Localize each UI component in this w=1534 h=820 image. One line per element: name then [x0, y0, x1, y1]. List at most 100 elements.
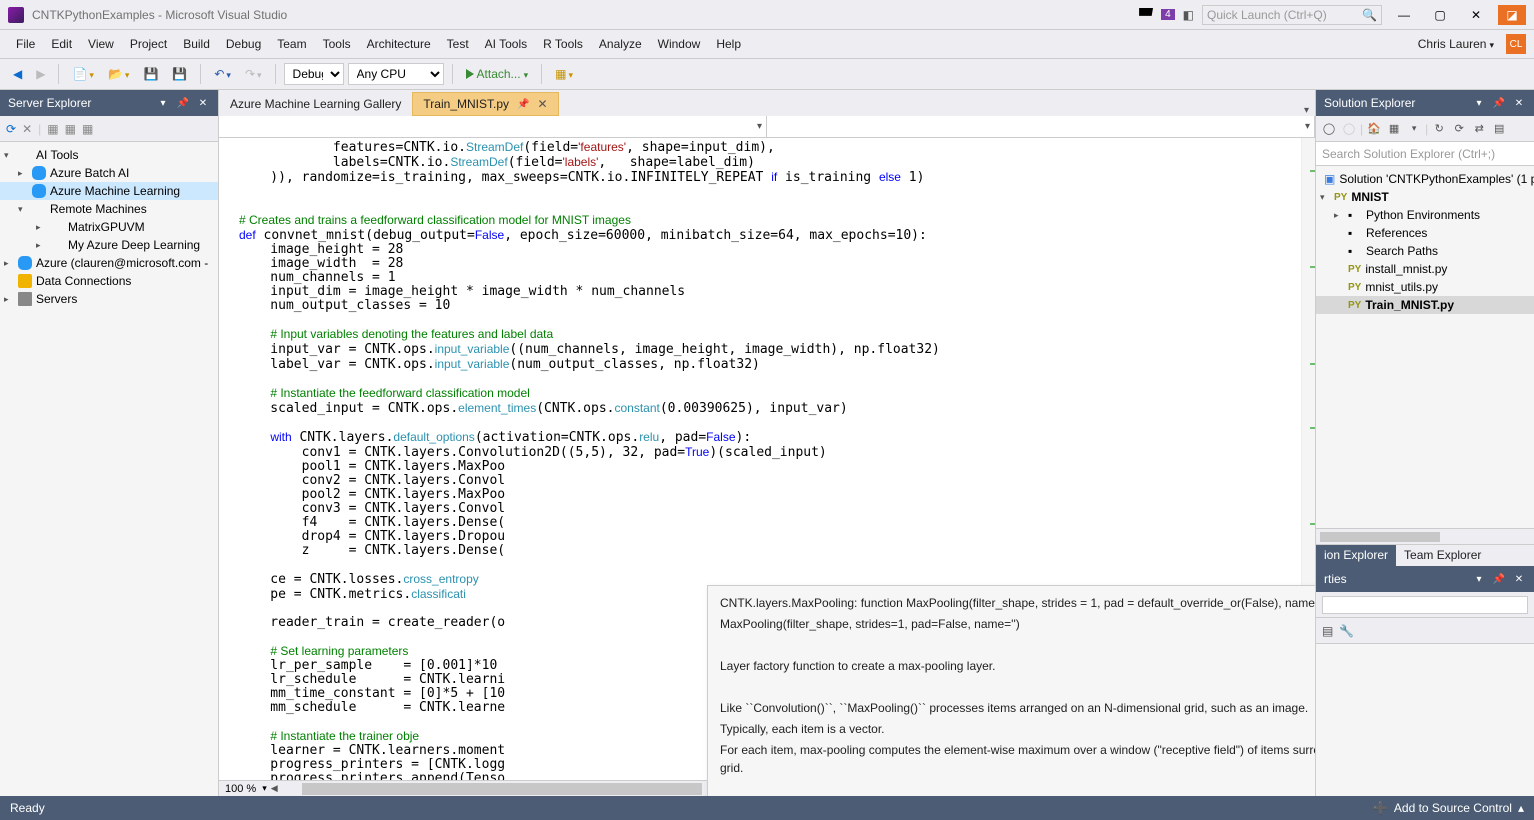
- panel-dropdown-icon[interactable]: ▾: [156, 96, 170, 110]
- alphabetical-icon[interactable]: 🔧: [1339, 624, 1354, 638]
- connect-icon-2[interactable]: ▦: [65, 122, 76, 136]
- menu-help[interactable]: Help: [708, 33, 749, 55]
- platform-select[interactable]: Any CPU: [348, 63, 444, 85]
- hscroll-thumb[interactable]: [302, 783, 702, 795]
- sol-fwd-icon[interactable]: ◯: [1340, 120, 1358, 138]
- nav-scope-dropdown[interactable]: ▾: [219, 116, 767, 137]
- notification-badge[interactable]: 4: [1161, 9, 1175, 20]
- server-tree-node[interactable]: ▾Remote Machines: [0, 200, 218, 218]
- server-tree-node[interactable]: ▸Servers: [0, 290, 218, 308]
- menu-architecture[interactable]: Architecture: [359, 33, 439, 55]
- new-project-button[interactable]: 📄: [67, 64, 98, 84]
- solution-tree-node[interactable]: ▪References: [1316, 224, 1534, 242]
- solution-tree-node[interactable]: PYinstall_mnist.py: [1316, 260, 1534, 278]
- zoom-level[interactable]: 100 %: [219, 783, 262, 795]
- vs-logo-icon: [8, 7, 24, 23]
- maximize-button[interactable]: ▢: [1426, 5, 1454, 25]
- tab-team-explorer[interactable]: Team Explorer: [1396, 545, 1489, 566]
- tab-close-icon[interactable]: ✕: [537, 97, 547, 111]
- toolbar-extra-button[interactable]: ▦: [550, 64, 578, 84]
- source-control-button[interactable]: ➕ Add to Source Control ▴: [1373, 801, 1524, 815]
- tab-train-mnist[interactable]: Train_MNIST.py 📌 ✕: [412, 92, 558, 116]
- main-area: Server Explorer ▾ 📌 ✕ | ▦ ▦ ▦ ▾AI Tools▸…: [0, 90, 1534, 796]
- close-button[interactable]: ✕: [1462, 5, 1490, 25]
- config-select[interactable]: Debug: [284, 63, 344, 85]
- solution-tree-node[interactable]: ▸▪Python Environments: [1316, 206, 1534, 224]
- categorized-icon[interactable]: ▤: [1322, 624, 1333, 638]
- redo-button[interactable]: ↷: [240, 64, 267, 84]
- menu-debug[interactable]: Debug: [218, 33, 269, 55]
- menu-team[interactable]: Team: [269, 33, 314, 55]
- tab-azure-gallery[interactable]: Azure Machine Learning Gallery: [219, 92, 412, 116]
- quick-launch-search[interactable]: Quick Launch (Ctrl+Q) 🔍: [1202, 5, 1382, 25]
- tab-solution-explorer[interactable]: ion Explorer: [1316, 545, 1396, 566]
- menu-project[interactable]: Project: [122, 33, 175, 55]
- nav-back-button[interactable]: ◀: [8, 64, 27, 84]
- sol-sync-icon[interactable]: ↻: [1430, 120, 1448, 138]
- sol-collapse-icon[interactable]: ⇄: [1470, 120, 1488, 138]
- user-name[interactable]: Chris Lauren: [1410, 33, 1502, 55]
- notifications-flag-icon[interactable]: [1139, 8, 1153, 22]
- server-tree-node[interactable]: ▸MatrixGPUVM: [0, 218, 218, 236]
- window-title: CNTKPythonExamples - Microsoft Visual St…: [32, 8, 287, 22]
- run-attach-button[interactable]: Attach...: [461, 64, 534, 84]
- pin-icon[interactable]: 📌: [517, 99, 529, 110]
- solution-tree-node[interactable]: ▾PYMNIST: [1316, 188, 1534, 206]
- menu-window[interactable]: Window: [650, 33, 709, 55]
- sol-back-icon[interactable]: ◯: [1320, 120, 1338, 138]
- panel-pin-icon[interactable]: 📌: [1492, 572, 1506, 586]
- feedback-icon[interactable]: ◧: [1183, 8, 1194, 22]
- sol-show-all-icon[interactable]: ▦: [1385, 120, 1403, 138]
- server-tree-node[interactable]: ▸My Azure Deep Learning: [0, 236, 218, 254]
- solution-tree-node[interactable]: ▣Solution 'CNTKPythonExamples' (1 p: [1316, 170, 1534, 188]
- menu-tools[interactable]: Tools: [315, 33, 359, 55]
- menu-view[interactable]: View: [80, 33, 122, 55]
- menu-r-tools[interactable]: R Tools: [535, 33, 591, 55]
- solution-tree-node[interactable]: ▪Search Paths: [1316, 242, 1534, 260]
- panel-dropdown-icon[interactable]: ▾: [1472, 96, 1486, 110]
- panel-pin-icon[interactable]: 📌: [176, 96, 190, 110]
- solution-search[interactable]: Search Solution Explorer (Ctrl+;): [1316, 142, 1534, 166]
- sol-hscroll[interactable]: [1316, 528, 1534, 544]
- stop-icon[interactable]: [22, 122, 32, 136]
- server-tree-node[interactable]: ▾AI Tools: [0, 146, 218, 164]
- menu-file[interactable]: File: [8, 33, 43, 55]
- solution-tree[interactable]: ▣Solution 'CNTKPythonExamples' (1 p▾PYMN…: [1316, 166, 1534, 528]
- refresh-icon[interactable]: [6, 122, 16, 136]
- panel-dropdown-icon[interactable]: ▾: [1472, 572, 1486, 586]
- panel-pin-icon[interactable]: 📌: [1492, 96, 1506, 110]
- sol-view-icon[interactable]: [1405, 120, 1423, 138]
- server-tree-node[interactable]: Data Connections: [0, 272, 218, 290]
- minimize-button[interactable]: —: [1390, 5, 1418, 25]
- sol-home-icon[interactable]: 🏠: [1365, 120, 1383, 138]
- nav-fwd-button[interactable]: ▶: [31, 64, 50, 84]
- save-all-button[interactable]: 💾: [167, 64, 192, 84]
- menu-edit[interactable]: Edit: [43, 33, 80, 55]
- server-tree-node[interactable]: ▸Azure Batch AI: [0, 164, 218, 182]
- open-button[interactable]: 📂: [103, 64, 134, 84]
- nav-member-dropdown[interactable]: ▾: [767, 116, 1315, 137]
- server-tree-node[interactable]: ▸Azure (clauren@microsoft.com -: [0, 254, 218, 272]
- solution-tree-node[interactable]: PYTrain_MNIST.py: [1316, 296, 1534, 314]
- menu-test[interactable]: Test: [439, 33, 477, 55]
- panel-close-icon[interactable]: ✕: [1512, 96, 1526, 110]
- server-tree-node[interactable]: Azure Machine Learning: [0, 182, 218, 200]
- panel-close-icon[interactable]: ✕: [1512, 572, 1526, 586]
- sol-refresh-icon[interactable]: ⟳: [1450, 120, 1468, 138]
- account-button[interactable]: ◪: [1498, 5, 1526, 25]
- properties-grid[interactable]: [1316, 644, 1534, 796]
- properties-object-select[interactable]: [1322, 596, 1528, 614]
- user-avatar[interactable]: CL: [1506, 34, 1526, 54]
- connect-icon-3[interactable]: ▦: [82, 122, 93, 136]
- connect-icon[interactable]: ▦: [47, 122, 58, 136]
- sol-properties-icon[interactable]: ▤: [1490, 120, 1508, 138]
- solution-tree-node[interactable]: PYmnist_utils.py: [1316, 278, 1534, 296]
- menu-ai-tools[interactable]: AI Tools: [477, 33, 535, 55]
- undo-button[interactable]: ↶: [209, 64, 236, 84]
- menu-build[interactable]: Build: [175, 33, 218, 55]
- save-button[interactable]: 💾: [138, 64, 163, 84]
- menu-analyze[interactable]: Analyze: [591, 33, 650, 55]
- tabs-overflow-icon[interactable]: ▾: [1298, 105, 1315, 116]
- panel-close-icon[interactable]: ✕: [196, 96, 210, 110]
- server-explorer-tree[interactable]: ▾AI Tools▸Azure Batch AIAzure Machine Le…: [0, 142, 218, 796]
